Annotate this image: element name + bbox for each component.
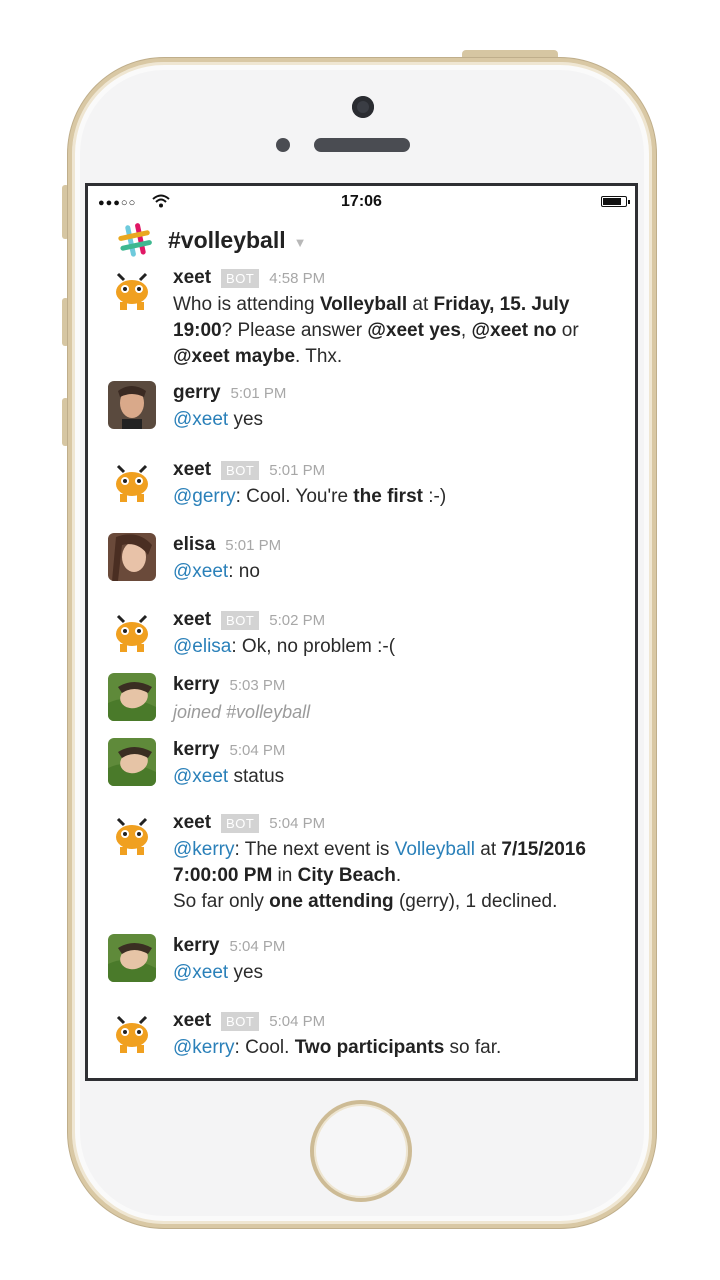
message-time: 5:04 PM — [229, 741, 286, 759]
message-author[interactable]: xeet — [173, 1010, 211, 1032]
user-avatar[interactable] — [108, 738, 156, 786]
user-avatar[interactable] — [108, 673, 156, 721]
mention-link[interactable]: @kerry — [173, 1037, 235, 1058]
message-text: Who is attending Volleyball at Friday, 1… — [173, 294, 579, 367]
message-time: 5:04 PM — [229, 937, 286, 955]
message-author[interactable]: kerry — [173, 935, 220, 957]
mention-link[interactable]: @xeet — [173, 409, 228, 430]
bot-avatar-icon[interactable] — [108, 1009, 156, 1057]
event-link[interactable]: Volleyball — [395, 839, 475, 860]
message-author[interactable]: xeet — [173, 459, 211, 481]
proximity-sensor — [276, 138, 290, 152]
slack-logo-icon — [118, 223, 152, 257]
status-bar: ●●●○○ 17:06 — [88, 186, 635, 218]
message-text: joined #volleyball — [173, 699, 623, 726]
bot-badge: BOT — [221, 813, 260, 833]
message-author[interactable]: xeet — [173, 267, 211, 289]
channel-header[interactable]: #volleyball ▼ — [116, 220, 307, 260]
message-time: 5:04 PM — [269, 814, 326, 832]
message-text: @xeet: no — [173, 561, 260, 582]
message-author[interactable]: gerry — [173, 382, 221, 404]
mention-link[interactable]: @xeet — [173, 962, 228, 983]
message-time: 5:02 PM — [269, 611, 326, 629]
front-camera — [352, 96, 374, 118]
message-time: 4:58 PM — [269, 269, 326, 287]
message-author[interactable]: kerry — [173, 739, 220, 761]
channel-name: #volleyball — [168, 226, 286, 253]
mention-link[interactable]: @elisa — [173, 636, 231, 657]
mention-link[interactable]: @xeet — [173, 561, 228, 582]
earpiece-speaker — [314, 138, 410, 152]
app-screen: ●●●○○ 17:06 #volleyball ▼ xeet BOT 4:58 … — [85, 183, 638, 1081]
bot-avatar-icon[interactable] — [108, 608, 156, 656]
message-author[interactable]: elisa — [173, 534, 215, 556]
user-avatar[interactable] — [108, 934, 156, 982]
message-time: 5:03 PM — [229, 676, 286, 694]
message-author[interactable]: kerry — [173, 674, 220, 696]
message-time: 5:01 PM — [230, 384, 287, 402]
user-avatar[interactable] — [108, 533, 156, 581]
home-button[interactable] — [310, 1100, 412, 1202]
message-text: @xeet yes — [173, 962, 264, 983]
message-author[interactable]: xeet — [173, 609, 211, 631]
message-time: 5:04 PM — [269, 1012, 326, 1030]
mention-link[interactable]: @kerry — [173, 839, 235, 860]
message-text: @elisa: Ok, no problem :-( — [173, 636, 396, 657]
bot-avatar-icon[interactable] — [108, 266, 156, 314]
system-message: joined #volleyball — [173, 702, 311, 722]
status-time: 17:06 — [341, 193, 382, 210]
mention-link[interactable]: @gerry — [173, 486, 236, 507]
message-author[interactable]: xeet — [173, 812, 211, 834]
bot-avatar-icon[interactable] — [108, 458, 156, 506]
message-time: 5:01 PM — [269, 461, 326, 479]
message-text: @gerry: Cool. You're the first :-) — [173, 486, 447, 507]
bot-badge: BOT — [221, 610, 260, 630]
message-text: @xeet status — [173, 766, 285, 787]
mention-link[interactable]: @xeet — [173, 766, 228, 787]
chevron-down-icon[interactable]: ▼ — [294, 235, 307, 250]
message-text: @xeet yes — [173, 409, 264, 430]
bot-avatar-icon[interactable] — [108, 811, 156, 859]
bot-badge: BOT — [221, 1011, 260, 1031]
bot-badge: BOT — [221, 460, 260, 480]
bot-badge: BOT — [221, 268, 260, 288]
user-avatar[interactable] — [108, 381, 156, 429]
message-text: @kerry: Cool. Two participants so far. — [173, 1037, 502, 1058]
battery-icon — [601, 196, 630, 207]
message-time: 5:01 PM — [225, 536, 282, 554]
message-text: @kerry: The next event is Volleyball at … — [173, 839, 586, 912]
